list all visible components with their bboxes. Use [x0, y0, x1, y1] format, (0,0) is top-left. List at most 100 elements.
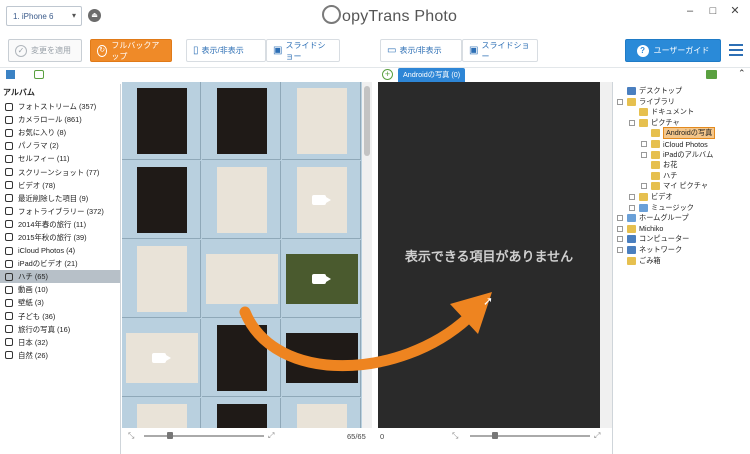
album-item[interactable]: 日本 (32) — [0, 336, 120, 349]
album-item[interactable]: お気に入り (8) — [0, 126, 120, 139]
hamburger-menu-icon[interactable] — [729, 44, 743, 56]
photo-thumbnail[interactable] — [122, 319, 201, 397]
expand-toggle-icon[interactable] — [641, 151, 647, 158]
pc-area-scrollbar[interactable] — [600, 82, 612, 428]
close-icon[interactable]: ✕ — [728, 4, 742, 18]
device-grid-scrollbar[interactable] — [362, 82, 372, 428]
zoom-out-icon[interactable]: ⤡ — [452, 431, 458, 441]
album-item[interactable]: ハチ (65) — [0, 270, 120, 284]
zoom-slider-handle[interactable] — [167, 432, 173, 439]
new-folder-icon[interactable] — [706, 70, 717, 79]
photo-thumbnail[interactable] — [122, 398, 201, 428]
pc-zoom-slider[interactable] — [470, 435, 590, 437]
tree-item[interactable]: お花 — [641, 160, 677, 170]
photo-thumbnail[interactable] — [122, 161, 201, 239]
tree-item[interactable]: iCloud Photos — [641, 139, 708, 149]
album-item[interactable]: パノラマ (2) — [0, 139, 120, 152]
album-item[interactable]: 壁紙 (3) — [0, 296, 120, 309]
photo-thumbnail[interactable] — [282, 161, 361, 239]
tree-item[interactable]: ハチ — [641, 171, 677, 181]
expand-toggle-icon[interactable] — [617, 215, 623, 222]
album-item[interactable]: セルフィー (11) — [0, 152, 120, 165]
tree-item[interactable]: iPadのアルバム — [641, 150, 713, 160]
tree-item[interactable]: ライブラリ — [617, 97, 675, 107]
photo-thumbnail[interactable] — [122, 82, 201, 160]
album-panel-header — [0, 68, 121, 82]
slideshow-device-button[interactable]: ▣ スライドショー — [266, 39, 340, 62]
tree-item[interactable]: ドキュメント — [629, 107, 694, 117]
expand-toggle-icon[interactable] — [617, 247, 623, 253]
album-item[interactable]: 2014年春の旅行 (11) — [0, 218, 120, 231]
eject-icon[interactable]: ⏏ — [88, 9, 101, 22]
tree-item[interactable]: ビデオ — [629, 192, 673, 202]
slideshow-pc-button[interactable]: ▣ スライドショー — [462, 39, 538, 62]
tree-item[interactable]: ミュージック — [629, 203, 694, 213]
chevron-up-icon[interactable]: ⌃ — [738, 68, 746, 79]
minimize-icon[interactable]: – — [683, 4, 697, 18]
album-item[interactable]: 旅行の写真 (16) — [0, 323, 120, 336]
tree-item[interactable]: デスクトップ — [617, 86, 682, 96]
album-item-label: 最近削除した項目 (9) — [18, 193, 89, 203]
album-item[interactable]: iPadのビデオ (21) — [0, 257, 120, 270]
maximize-icon[interactable]: □ — [706, 4, 720, 18]
zoom-in-icon[interactable]: ⤢ — [594, 431, 600, 441]
album-item[interactable]: 自然 (26) — [0, 349, 120, 362]
album-item[interactable]: カメラロール (861) — [0, 113, 120, 126]
photo-thumbnail[interactable] — [202, 82, 281, 160]
zoom-out-icon[interactable]: ⤡ — [128, 431, 134, 441]
photo-thumbnail[interactable] — [202, 319, 281, 397]
photo-thumbnail[interactable] — [282, 82, 361, 160]
add-folder-icon[interactable]: + — [382, 69, 393, 80]
tree-item[interactable]: Michiko — [617, 224, 663, 234]
photo-image — [216, 404, 267, 428]
expand-toggle-icon[interactable] — [629, 194, 635, 200]
photo-thumbnail[interactable] — [282, 398, 361, 428]
collapse-panel-icon[interactable] — [6, 70, 15, 79]
expand-toggle-icon[interactable] — [629, 119, 635, 126]
album-item[interactable]: スクリーンショット (77) — [0, 165, 120, 178]
album-item[interactable]: 2015年秋の旅行 (39) — [0, 231, 120, 244]
photo-thumbnail[interactable] — [202, 398, 281, 428]
album-item[interactable]: 子ども (36) — [0, 310, 120, 323]
album-item[interactable]: iCloud Photos (4) — [0, 244, 120, 257]
pc-zoom-slider-handle[interactable] — [492, 432, 498, 439]
expand-toggle-icon[interactable] — [617, 236, 623, 243]
zoom-in-icon[interactable]: ⤢ — [268, 431, 274, 441]
tree-item[interactable]: Androidの写真 — [641, 127, 716, 140]
album-icon — [5, 285, 13, 294]
pc-photo-area[interactable]: 表示できる項目がありません — [378, 82, 600, 428]
photo-thumbnail[interactable] — [202, 240, 281, 318]
new-album-icon[interactable] — [34, 70, 44, 79]
album-item-label: 壁紙 (3) — [18, 298, 44, 308]
toggle-pc-panel-button[interactable]: ▭ 表示/非表示 — [380, 39, 462, 62]
video-icon — [5, 181, 13, 190]
tree-item[interactable]: ネットワーク — [617, 245, 682, 255]
photo-thumbnail[interactable] — [122, 240, 201, 318]
expand-toggle-icon[interactable] — [617, 98, 623, 105]
album-item[interactable]: 動画 (10) — [0, 283, 120, 296]
photo-thumbnail[interactable] — [282, 319, 361, 397]
tree-item[interactable]: マイ ピクチャ — [641, 181, 708, 191]
pc-folder-tab[interactable]: Androidの写真 (0) — [398, 68, 466, 82]
trash-icon — [5, 194, 13, 203]
expand-toggle-icon[interactable] — [629, 204, 635, 211]
album-item[interactable]: フォトストリーム (357) — [0, 100, 120, 113]
user-guide-button[interactable]: ? ユーザーガイド — [625, 39, 721, 62]
album-item[interactable]: フォトライブラリー (372) — [0, 205, 120, 218]
album-item[interactable]: 最近削除した項目 (9) — [0, 192, 120, 205]
expand-toggle-icon[interactable] — [641, 141, 647, 147]
expand-toggle-icon[interactable] — [617, 225, 623, 232]
toggle-device-panel-button[interactable]: ▯ 表示/非表示 — [186, 39, 266, 62]
photo-thumbnail[interactable] — [202, 161, 281, 239]
album-item[interactable]: ビデオ (78) — [0, 179, 120, 192]
tree-item[interactable]: ピクチャ — [629, 118, 680, 128]
photo-thumbnail[interactable] — [282, 240, 361, 318]
tree-item[interactable]: ホームグループ — [617, 213, 689, 223]
device-selector[interactable]: 1. iPhone 6 ▾ — [6, 6, 82, 26]
expand-toggle-icon[interactable] — [641, 183, 647, 190]
apply-changes-button[interactable]: ✓ 変更を適用 — [8, 39, 82, 62]
full-backup-button[interactable]: ↻ フルバックアップ — [90, 39, 172, 62]
zoom-slider[interactable] — [144, 435, 264, 437]
tree-item[interactable]: ごみ箱 — [617, 256, 661, 266]
tree-item[interactable]: コンピューター — [617, 234, 689, 244]
